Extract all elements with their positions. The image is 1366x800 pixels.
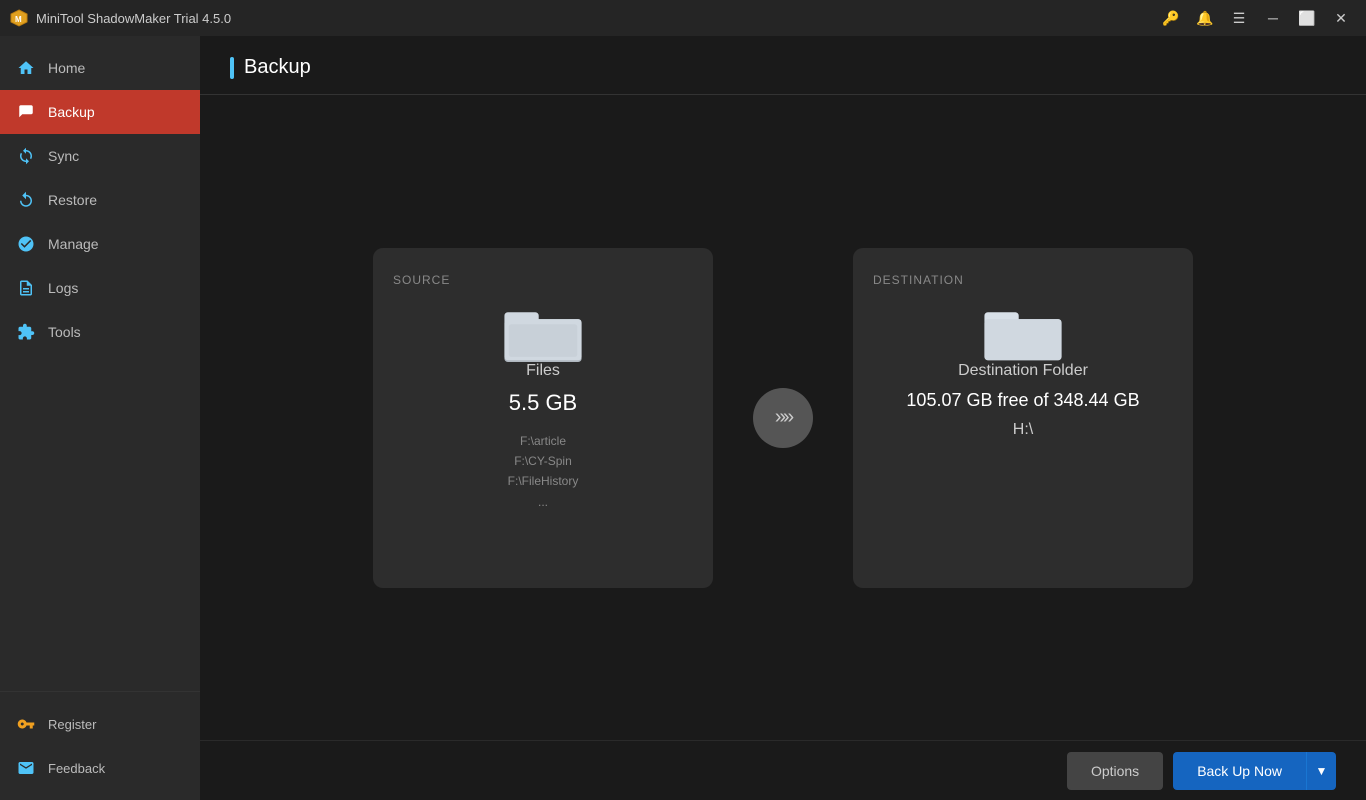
sidebar-label-feedback: Feedback xyxy=(48,761,105,776)
destination-freespace: 105.07 GB free of 348.44 GB xyxy=(906,390,1139,411)
sidebar-label-home: Home xyxy=(48,60,85,76)
sidebar-label-restore: Restore xyxy=(48,192,97,208)
source-size: 5.5 GB xyxy=(509,390,577,416)
sidebar-item-restore[interactable]: Restore xyxy=(0,178,200,222)
source-path-2: F:\CY-Spin xyxy=(508,451,579,471)
logs-icon xyxy=(16,278,36,298)
backup-area: SOURCE Files 5.5 GB F:\article F:\CY-Spi… xyxy=(200,95,1366,740)
sidebar-bottom: Register Feedback xyxy=(0,691,200,800)
key-icon-button[interactable]: 🔑 xyxy=(1156,4,1186,32)
title-bar: M MiniTool ShadowMaker Trial 4.5.0 🔑 🔔 ☰… xyxy=(0,0,1366,36)
sidebar-label-sync: Sync xyxy=(48,148,79,164)
feedback-icon xyxy=(16,758,36,778)
sidebar-item-feedback[interactable]: Feedback xyxy=(0,746,200,790)
sidebar: Home Backup Sync Restore xyxy=(0,36,200,800)
backup-now-group: Back Up Now ▼ xyxy=(1173,752,1336,790)
sidebar-label-logs: Logs xyxy=(48,280,78,296)
backup-now-button[interactable]: Back Up Now xyxy=(1173,752,1306,790)
source-path-3: F:\FileHistory xyxy=(508,471,579,491)
sidebar-item-tools[interactable]: Tools xyxy=(0,310,200,354)
close-button[interactable]: ✕ xyxy=(1326,4,1356,32)
page-header: Backup xyxy=(200,36,1366,95)
sidebar-label-tools: Tools xyxy=(48,324,81,340)
menu-icon-button[interactable]: ☰ xyxy=(1224,4,1254,32)
tools-icon xyxy=(16,322,36,342)
title-accent-bar xyxy=(230,57,234,79)
source-path-1: F:\article xyxy=(508,431,579,451)
source-card[interactable]: SOURCE Files 5.5 GB F:\article F:\CY-Spi… xyxy=(373,248,713,588)
svg-text:M: M xyxy=(15,15,22,24)
sidebar-label-manage: Manage xyxy=(48,236,99,252)
backup-icon xyxy=(16,102,36,122)
options-button[interactable]: Options xyxy=(1067,752,1163,790)
page-title: Backup xyxy=(244,56,311,79)
backup-now-dropdown-button[interactable]: ▼ xyxy=(1306,752,1336,790)
restore-button[interactable]: ⬜ xyxy=(1292,4,1322,32)
source-label: SOURCE xyxy=(393,273,450,287)
source-folder-icon xyxy=(503,302,583,362)
destination-name: Destination Folder xyxy=(958,362,1088,380)
arrow-connector: »» xyxy=(753,388,813,448)
content-area: Backup SOURCE Files 5.5 GB F:\article F:… xyxy=(200,36,1366,800)
sidebar-nav: Home Backup Sync Restore xyxy=(0,36,200,691)
source-path-ellipsis: ... xyxy=(508,492,579,512)
app-logo-icon: M xyxy=(10,9,28,27)
main-layout: Home Backup Sync Restore xyxy=(0,36,1366,800)
window-controls: 🔑 🔔 ☰ ─ ⬜ ✕ xyxy=(1156,4,1356,32)
destination-card[interactable]: DESTINATION Destination Folder 105.07 GB… xyxy=(853,248,1193,588)
notification-icon-button[interactable]: 🔔 xyxy=(1190,4,1220,32)
sidebar-item-register[interactable]: Register xyxy=(0,702,200,746)
sidebar-label-register: Register xyxy=(48,717,96,732)
destination-label: DESTINATION xyxy=(873,273,964,287)
sidebar-item-backup[interactable]: Backup xyxy=(0,90,200,134)
source-paths: F:\article F:\CY-Spin F:\FileHistory ... xyxy=(508,431,579,513)
minimize-button[interactable]: ─ xyxy=(1258,4,1288,32)
sidebar-item-home[interactable]: Home xyxy=(0,46,200,90)
restore-nav-icon xyxy=(16,190,36,210)
sidebar-item-sync[interactable]: Sync xyxy=(0,134,200,178)
sidebar-item-logs[interactable]: Logs xyxy=(0,266,200,310)
source-name: Files xyxy=(526,362,560,380)
register-icon xyxy=(16,714,36,734)
dropdown-arrow-icon: ▼ xyxy=(1316,764,1328,778)
manage-icon xyxy=(16,234,36,254)
sidebar-label-backup: Backup xyxy=(48,104,95,120)
destination-folder-icon xyxy=(983,302,1063,362)
footer: Options Back Up Now ▼ xyxy=(200,740,1366,800)
home-icon xyxy=(16,58,36,78)
destination-drive: H:\ xyxy=(1013,421,1033,439)
sidebar-item-manage[interactable]: Manage xyxy=(0,222,200,266)
app-title: MiniTool ShadowMaker Trial 4.5.0 xyxy=(36,11,1156,26)
arrow-symbol: »» xyxy=(775,406,791,429)
sync-icon xyxy=(16,146,36,166)
